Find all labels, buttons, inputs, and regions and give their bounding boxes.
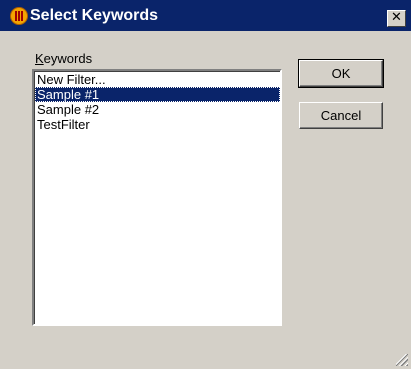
list-item[interactable]: New Filter... xyxy=(35,72,280,87)
resize-grip-icon[interactable] xyxy=(396,354,408,366)
list-item[interactable]: Sample #2 xyxy=(35,102,280,117)
keywords-listbox[interactable]: New Filter... Sample #1 Sample #2 TestFi… xyxy=(32,69,282,326)
keywords-label: Keywords xyxy=(35,51,92,66)
ok-button[interactable]: OK xyxy=(298,59,384,88)
window-title: Select Keywords xyxy=(30,7,159,24)
close-button[interactable]: ✕ xyxy=(387,10,406,27)
list-item[interactable]: TestFilter xyxy=(35,117,280,132)
cancel-button[interactable]: Cancel xyxy=(299,102,383,129)
title-bar[interactable]: Select Keywords ✕ xyxy=(0,0,411,31)
close-icon: ✕ xyxy=(391,10,402,25)
keywords-label-mnemonic: K xyxy=(35,51,44,66)
list-item-selected[interactable]: Sample #1 xyxy=(35,87,280,102)
keywords-list: New Filter... Sample #1 Sample #2 TestFi… xyxy=(34,71,280,324)
keywords-label-rest: eywords xyxy=(43,51,93,66)
app-icon xyxy=(10,7,28,25)
